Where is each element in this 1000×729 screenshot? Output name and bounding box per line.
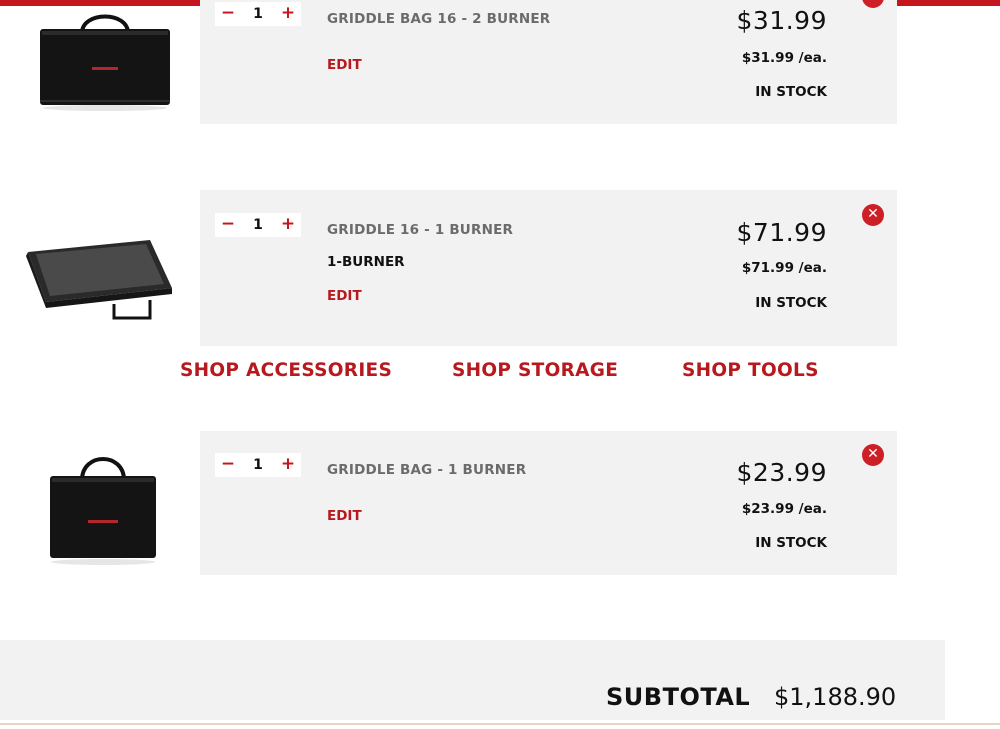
decrease-quantity-button[interactable]: − [217, 453, 239, 477]
shop-accessories-link[interactable]: SHOP ACCESSORIES [180, 360, 392, 381]
quantity-stepper[interactable]: − 1 + [215, 2, 301, 26]
product-image-griddle-bag-1-burner[interactable] [40, 450, 165, 568]
griddle-bag-image [50, 457, 156, 565]
product-name[interactable]: GRIDDLE BAG - 1 BURNER [327, 462, 526, 478]
unit-price: $71.99 /ea. [741, 260, 827, 276]
increase-quantity-button[interactable]: + [277, 453, 299, 477]
product-variant: 1-BURNER [327, 254, 405, 270]
remove-item-icon[interactable]: ✕ [862, 204, 884, 226]
shop-storage-link[interactable]: SHOP STORAGE [452, 360, 618, 381]
remove-item-icon[interactable]: ✕ [862, 444, 884, 466]
quantity-stepper[interactable]: − 1 + [215, 213, 301, 237]
griddle-image [26, 240, 172, 320]
line-price: $71.99 [736, 218, 827, 247]
cart-item-card: − 1 + GRIDDLE BAG - 1 BURNER EDIT $23.99… [200, 431, 897, 575]
decrease-quantity-button[interactable]: − [217, 213, 239, 237]
product-image-griddle-bag-2-burner[interactable] [30, 5, 180, 113]
griddle-bag-image [40, 14, 170, 111]
line-price: $23.99 [736, 458, 827, 487]
edit-link[interactable]: EDIT [327, 288, 362, 304]
increase-quantity-button[interactable]: + [277, 213, 299, 237]
quantity-value[interactable]: 1 [247, 2, 269, 26]
unit-price: $23.99 /ea. [741, 501, 827, 517]
cart-item-card: − 1 + GRIDDLE BAG 16 - 2 BURNER EDIT $31… [200, 0, 897, 124]
quantity-stepper[interactable]: − 1 + [215, 453, 301, 477]
stock-status: IN STOCK [755, 84, 827, 100]
subtotal-value: $1,188.90 [774, 683, 897, 711]
product-image-griddle-16-1-burner[interactable] [22, 232, 177, 324]
cart-item-card: − 1 + GRIDDLE 16 - 1 BURNER 1-BURNER EDI… [200, 190, 897, 346]
product-name[interactable]: GRIDDLE BAG 16 - 2 BURNER [327, 11, 550, 27]
quantity-value[interactable]: 1 [247, 213, 269, 237]
remove-item-icon[interactable]: ✕ [862, 0, 884, 8]
subtotal-label: SUBTOTAL [606, 683, 751, 711]
unit-price: $31.99 /ea. [741, 50, 827, 66]
line-price: $31.99 [736, 6, 827, 35]
edit-link[interactable]: EDIT [327, 508, 362, 524]
stock-status: IN STOCK [755, 535, 827, 551]
decrease-quantity-button[interactable]: − [217, 2, 239, 26]
product-name[interactable]: GRIDDLE 16 - 1 BURNER [327, 222, 513, 238]
shop-tools-link[interactable]: SHOP TOOLS [682, 360, 819, 381]
quantity-value[interactable]: 1 [247, 453, 269, 477]
increase-quantity-button[interactable]: + [277, 2, 299, 26]
footer-divider [0, 723, 1000, 725]
stock-status: IN STOCK [755, 295, 827, 311]
edit-link[interactable]: EDIT [327, 57, 362, 73]
